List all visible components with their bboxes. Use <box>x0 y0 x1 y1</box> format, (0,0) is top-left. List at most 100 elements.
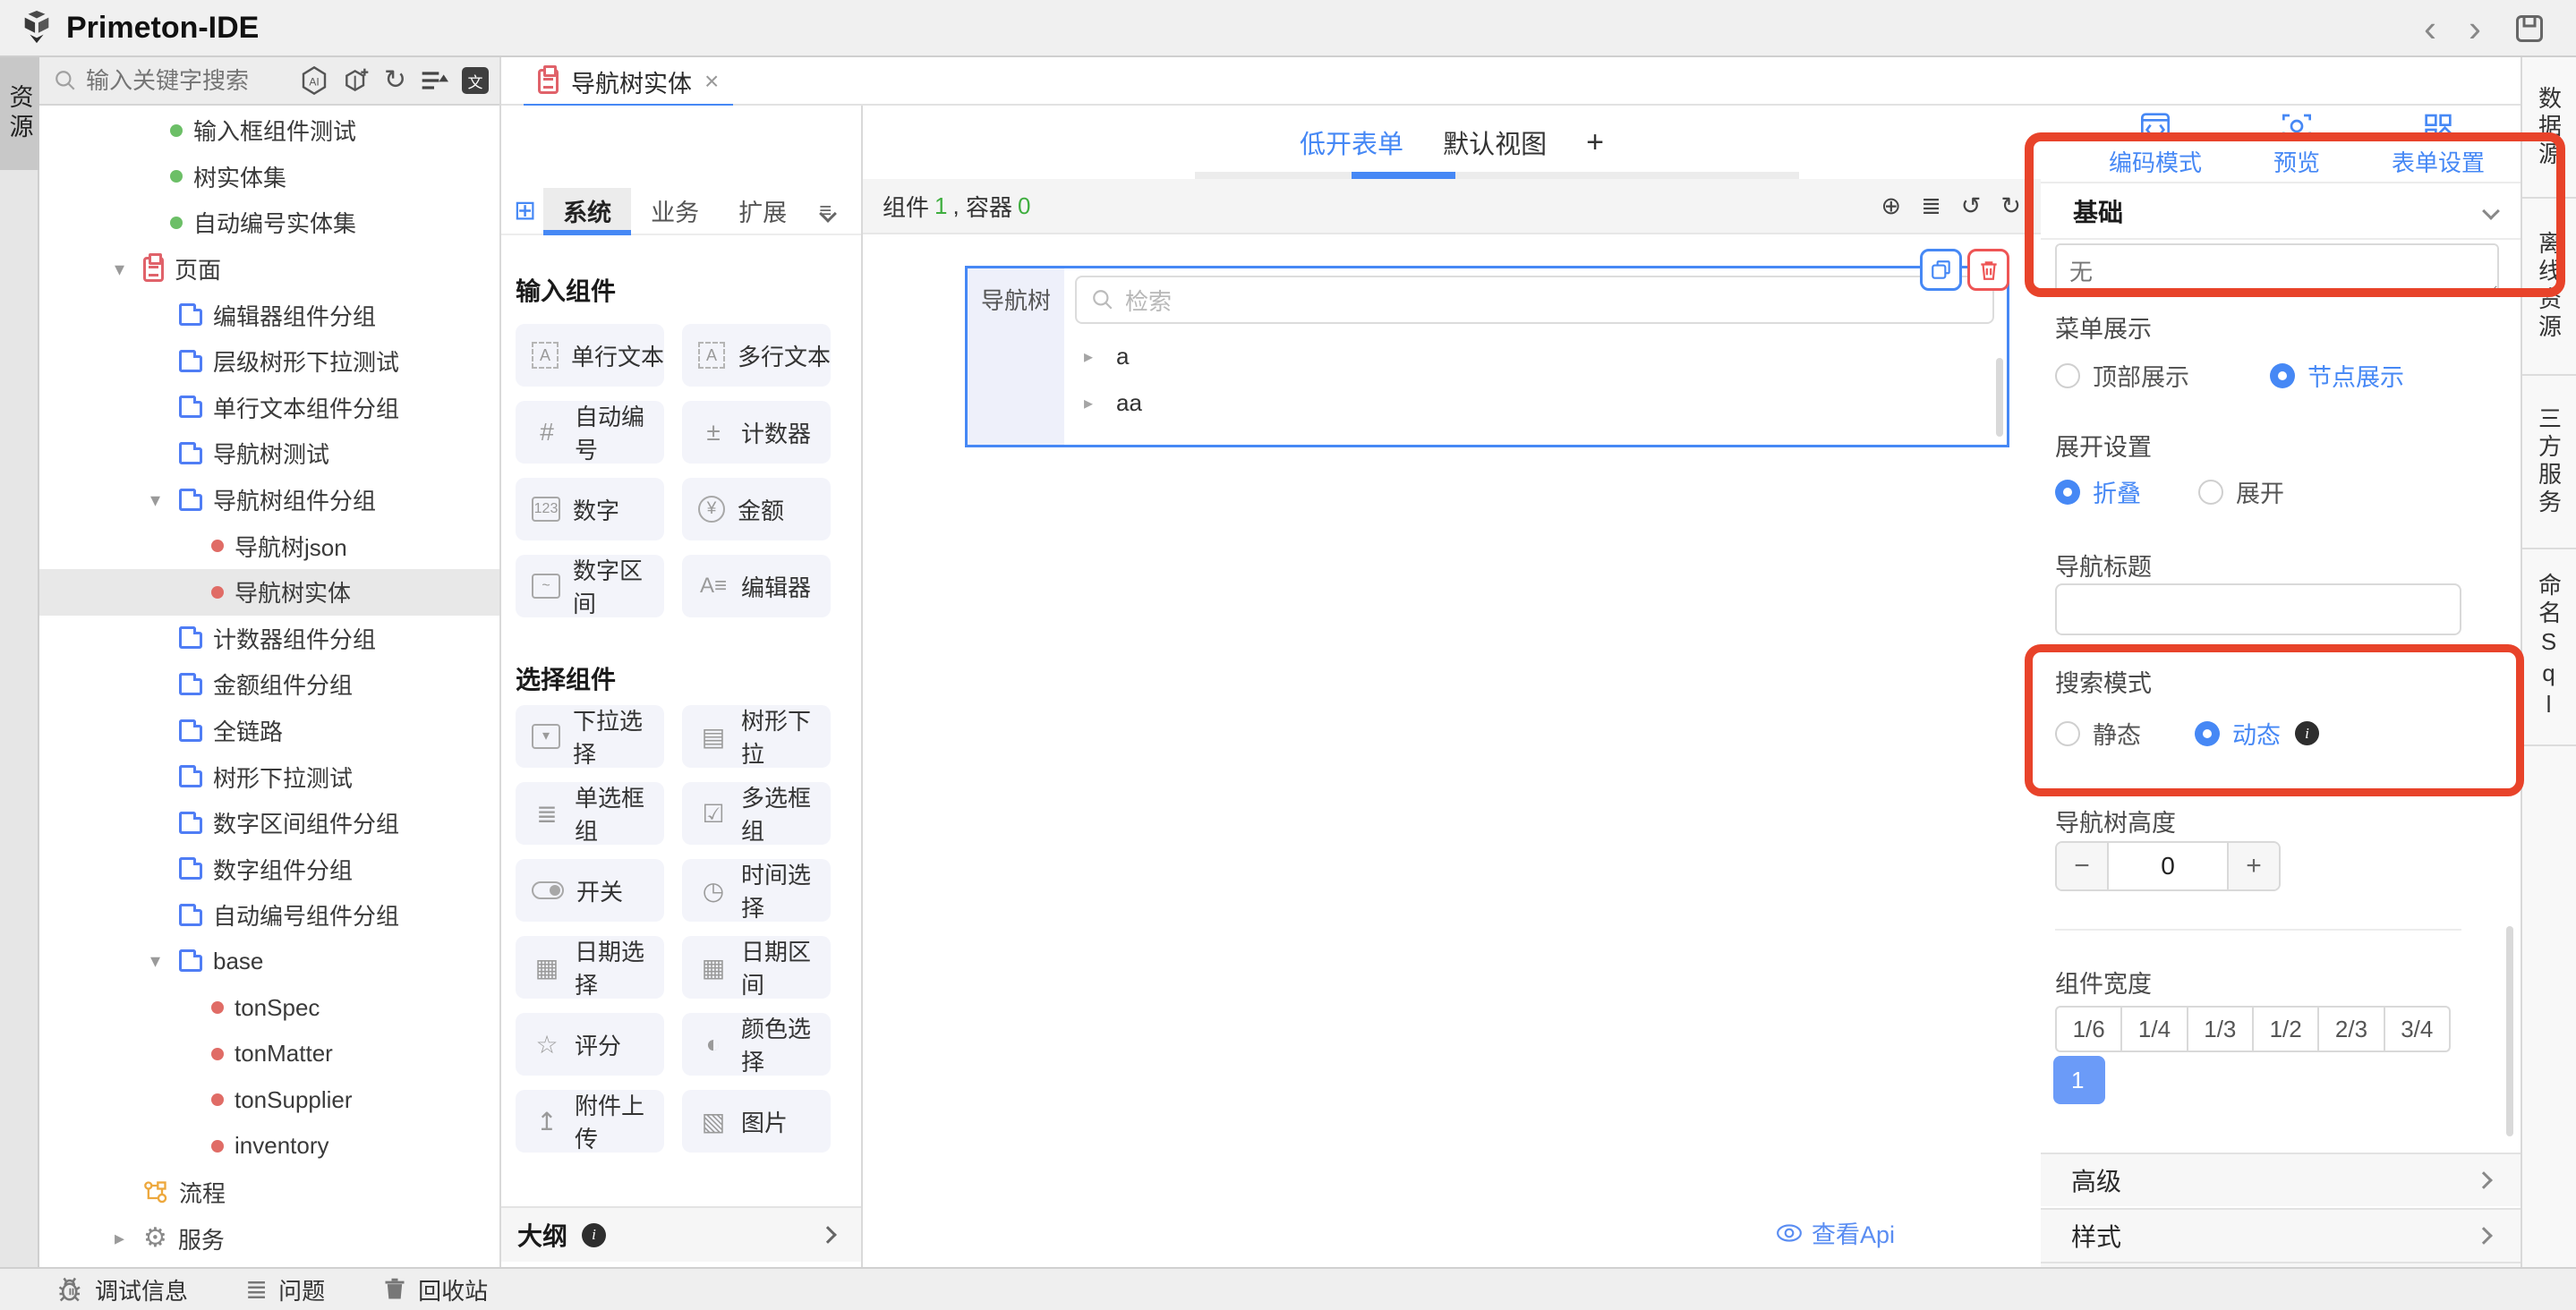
tree-item[interactable]: 树实体集 <box>39 154 499 200</box>
tree-item[interactable]: 自动编号组件分组 <box>39 892 499 939</box>
view-tab-default[interactable]: 默认视图 <box>1443 123 1547 161</box>
tree-item[interactable]: 树形下拉测试 <box>39 753 499 800</box>
palette-tab-extend[interactable]: 扩展 <box>719 188 806 234</box>
tree-item[interactable]: 层级树形下拉测试 <box>39 338 499 385</box>
radio-static[interactable] <box>2055 721 2080 746</box>
radio-collapse[interactable] <box>2055 480 2080 505</box>
component-tree-dropdown[interactable]: ▤树形下拉 <box>682 705 831 768</box>
component-number-range[interactable]: ~数字区间 <box>516 555 664 617</box>
delete-component-button[interactable] <box>1967 249 2009 291</box>
problems-button[interactable]: ≣ 问题 <box>245 1273 325 1306</box>
palette-tab-business[interactable]: 业务 <box>631 188 719 234</box>
advanced-section[interactable]: 高级 <box>2041 1153 2521 1206</box>
tree-item[interactable]: 导航树测试 <box>39 430 499 477</box>
stepper-minus-button[interactable]: − <box>2057 843 2107 889</box>
width-option-1-2[interactable]: 1/2 <box>2254 1006 2319 1052</box>
outline-bar[interactable]: 大纲 i <box>501 1206 861 1262</box>
component-date-range[interactable]: ▦日期区间 <box>682 936 831 999</box>
rail-tab-third-party-services[interactable]: 三方服务 <box>2522 376 2576 549</box>
field-list-icon[interactable]: ≣ <box>1921 192 1941 220</box>
layout-grid-icon[interactable]: ⊞ <box>514 195 536 226</box>
debug-info-button[interactable]: 调试信息 <box>57 1273 188 1306</box>
explorer-search-input[interactable] <box>86 67 300 95</box>
component-auto-number[interactable]: #自动编号 <box>516 401 664 464</box>
component-counter[interactable]: ±计数器 <box>682 401 831 464</box>
tree-item-selected[interactable]: 导航树实体 <box>39 569 499 616</box>
tree-item[interactable]: ▾导航树组件分组 <box>39 477 499 523</box>
new-model-icon[interactable] <box>342 66 371 95</box>
component-image[interactable]: ▧图片 <box>682 1090 831 1153</box>
component-number[interactable]: 123数字 <box>516 478 664 540</box>
doc-tab-active[interactable]: 导航树实体 × <box>524 57 733 106</box>
scrollbar-thumb[interactable] <box>2506 926 2513 1136</box>
nav-tree-node[interactable]: ▸ aa <box>1075 379 1994 426</box>
component-dropdown[interactable]: ▾下拉选择 <box>516 705 664 768</box>
rail-tab-datasource[interactable]: 数据源 <box>2522 57 2576 199</box>
save-button[interactable] <box>2513 13 2546 45</box>
form-settings-button[interactable]: 表单设置 <box>2381 113 2495 182</box>
component-multi-text[interactable]: A多行文本 <box>682 324 831 387</box>
nav-back-button[interactable]: ‹ <box>2424 10 2436 47</box>
nav-title-input[interactable] <box>2055 583 2461 635</box>
info-icon[interactable]: i <box>2295 721 2319 745</box>
code-mode-button[interactable]: 编码模式 <box>2098 113 2213 182</box>
tree-item[interactable]: 单行文本组件分组 <box>39 385 499 431</box>
rail-tab-resources[interactable]: 资源 <box>0 57 39 170</box>
ai-assistant-icon[interactable]: AI <box>300 66 328 95</box>
tree-item[interactable]: tonMatter <box>39 1031 499 1077</box>
add-view-button[interactable]: + <box>1586 125 1604 160</box>
selected-nav-tree-component[interactable]: 导航树 检索 ▸ a ▸ aa <box>965 266 2009 447</box>
component-time-picker[interactable]: ◷时间选择 <box>682 859 831 922</box>
stepper-plus-button[interactable]: + <box>2229 843 2279 889</box>
component-color-picker[interactable]: ◐颜色选择 <box>682 1013 831 1076</box>
tree-item[interactable]: inventory <box>39 1123 499 1170</box>
component-date-picker[interactable]: ▦日期选择 <box>516 936 664 999</box>
translate-icon[interactable]: 文 <box>462 67 489 94</box>
undo-icon[interactable]: ↺ <box>1961 192 1982 220</box>
width-option-2-3[interactable]: 2/3 <box>2319 1006 2384 1052</box>
refresh-icon[interactable]: ↻ <box>384 67 406 94</box>
tree-item[interactable]: tonSpec <box>39 984 499 1031</box>
tree-item[interactable]: 数字组件分组 <box>39 846 499 893</box>
component-radio-group[interactable]: ≣单选框组 <box>516 782 664 845</box>
radio-dynamic[interactable] <box>2195 721 2220 746</box>
preview-button[interactable]: 预览 <box>2239 113 2354 182</box>
copy-component-button[interactable] <box>1920 249 1962 291</box>
basic-section-header[interactable]: 基础 <box>2041 183 2521 240</box>
tree-item-flows[interactable]: 流程 <box>39 1170 499 1216</box>
sort-list-icon[interactable] <box>420 66 448 95</box>
tree-item[interactable]: tonSupplier <box>39 1076 499 1123</box>
component-amount[interactable]: ¥金额 <box>682 478 831 540</box>
chevron-right-icon[interactable] <box>819 1226 837 1244</box>
tree-item[interactable]: 计数器组件分组 <box>39 616 499 662</box>
view-tab-lowcode-form[interactable]: 低开表单 <box>1300 123 1403 161</box>
stepper-value[interactable]: 0 <box>2107 843 2229 889</box>
component-switch[interactable]: 开关 <box>516 859 664 922</box>
tree-item[interactable]: 输入框组件测试 <box>39 107 499 154</box>
close-tab-icon[interactable]: × <box>704 67 719 96</box>
tree-item[interactable]: 数字区间组件分组 <box>39 800 499 846</box>
component-single-text[interactable]: A单行文本 <box>516 324 664 387</box>
component-file-upload[interactable]: ↥附件上传 <box>516 1090 664 1153</box>
nav-tree-node[interactable]: ▸ a <box>1075 333 1994 379</box>
tree-item-services[interactable]: ▸⚙服务 <box>39 1215 499 1262</box>
tree-item[interactable]: 导航树json <box>39 523 499 569</box>
rail-tab-named-sql[interactable]: 命名Sql <box>2522 549 2576 746</box>
scrollbar-thumb[interactable] <box>1996 358 2003 437</box>
node-caret-icon[interactable]: ▸ <box>1084 345 1093 368</box>
tree-item[interactable]: ▾base <box>39 939 499 985</box>
component-rating[interactable]: ☆评分 <box>516 1013 664 1076</box>
radio-node-display[interactable] <box>2270 363 2295 388</box>
tree-item[interactable]: 自动编号实体集 <box>39 200 499 246</box>
tree-item[interactable]: 编辑器组件分组 <box>39 292 499 338</box>
component-checkbox-group[interactable]: ☑多选框组 <box>682 782 831 845</box>
globe-icon[interactable]: ⊕ <box>1881 192 1902 220</box>
nav-forward-button[interactable]: › <box>2469 10 2481 47</box>
recycle-bin-button[interactable]: 回收站 <box>382 1273 488 1306</box>
width-option-1-6[interactable]: 1/6 <box>2055 1006 2122 1052</box>
width-option-1-3[interactable]: 1/3 <box>2188 1006 2254 1052</box>
redo-icon[interactable]: ↻ <box>2000 192 2021 220</box>
tree-item[interactable]: 金额组件分组 <box>39 661 499 708</box>
width-option-1-4[interactable]: 1/4 <box>2122 1006 2188 1052</box>
basic-value-textarea[interactable] <box>2055 243 2499 295</box>
